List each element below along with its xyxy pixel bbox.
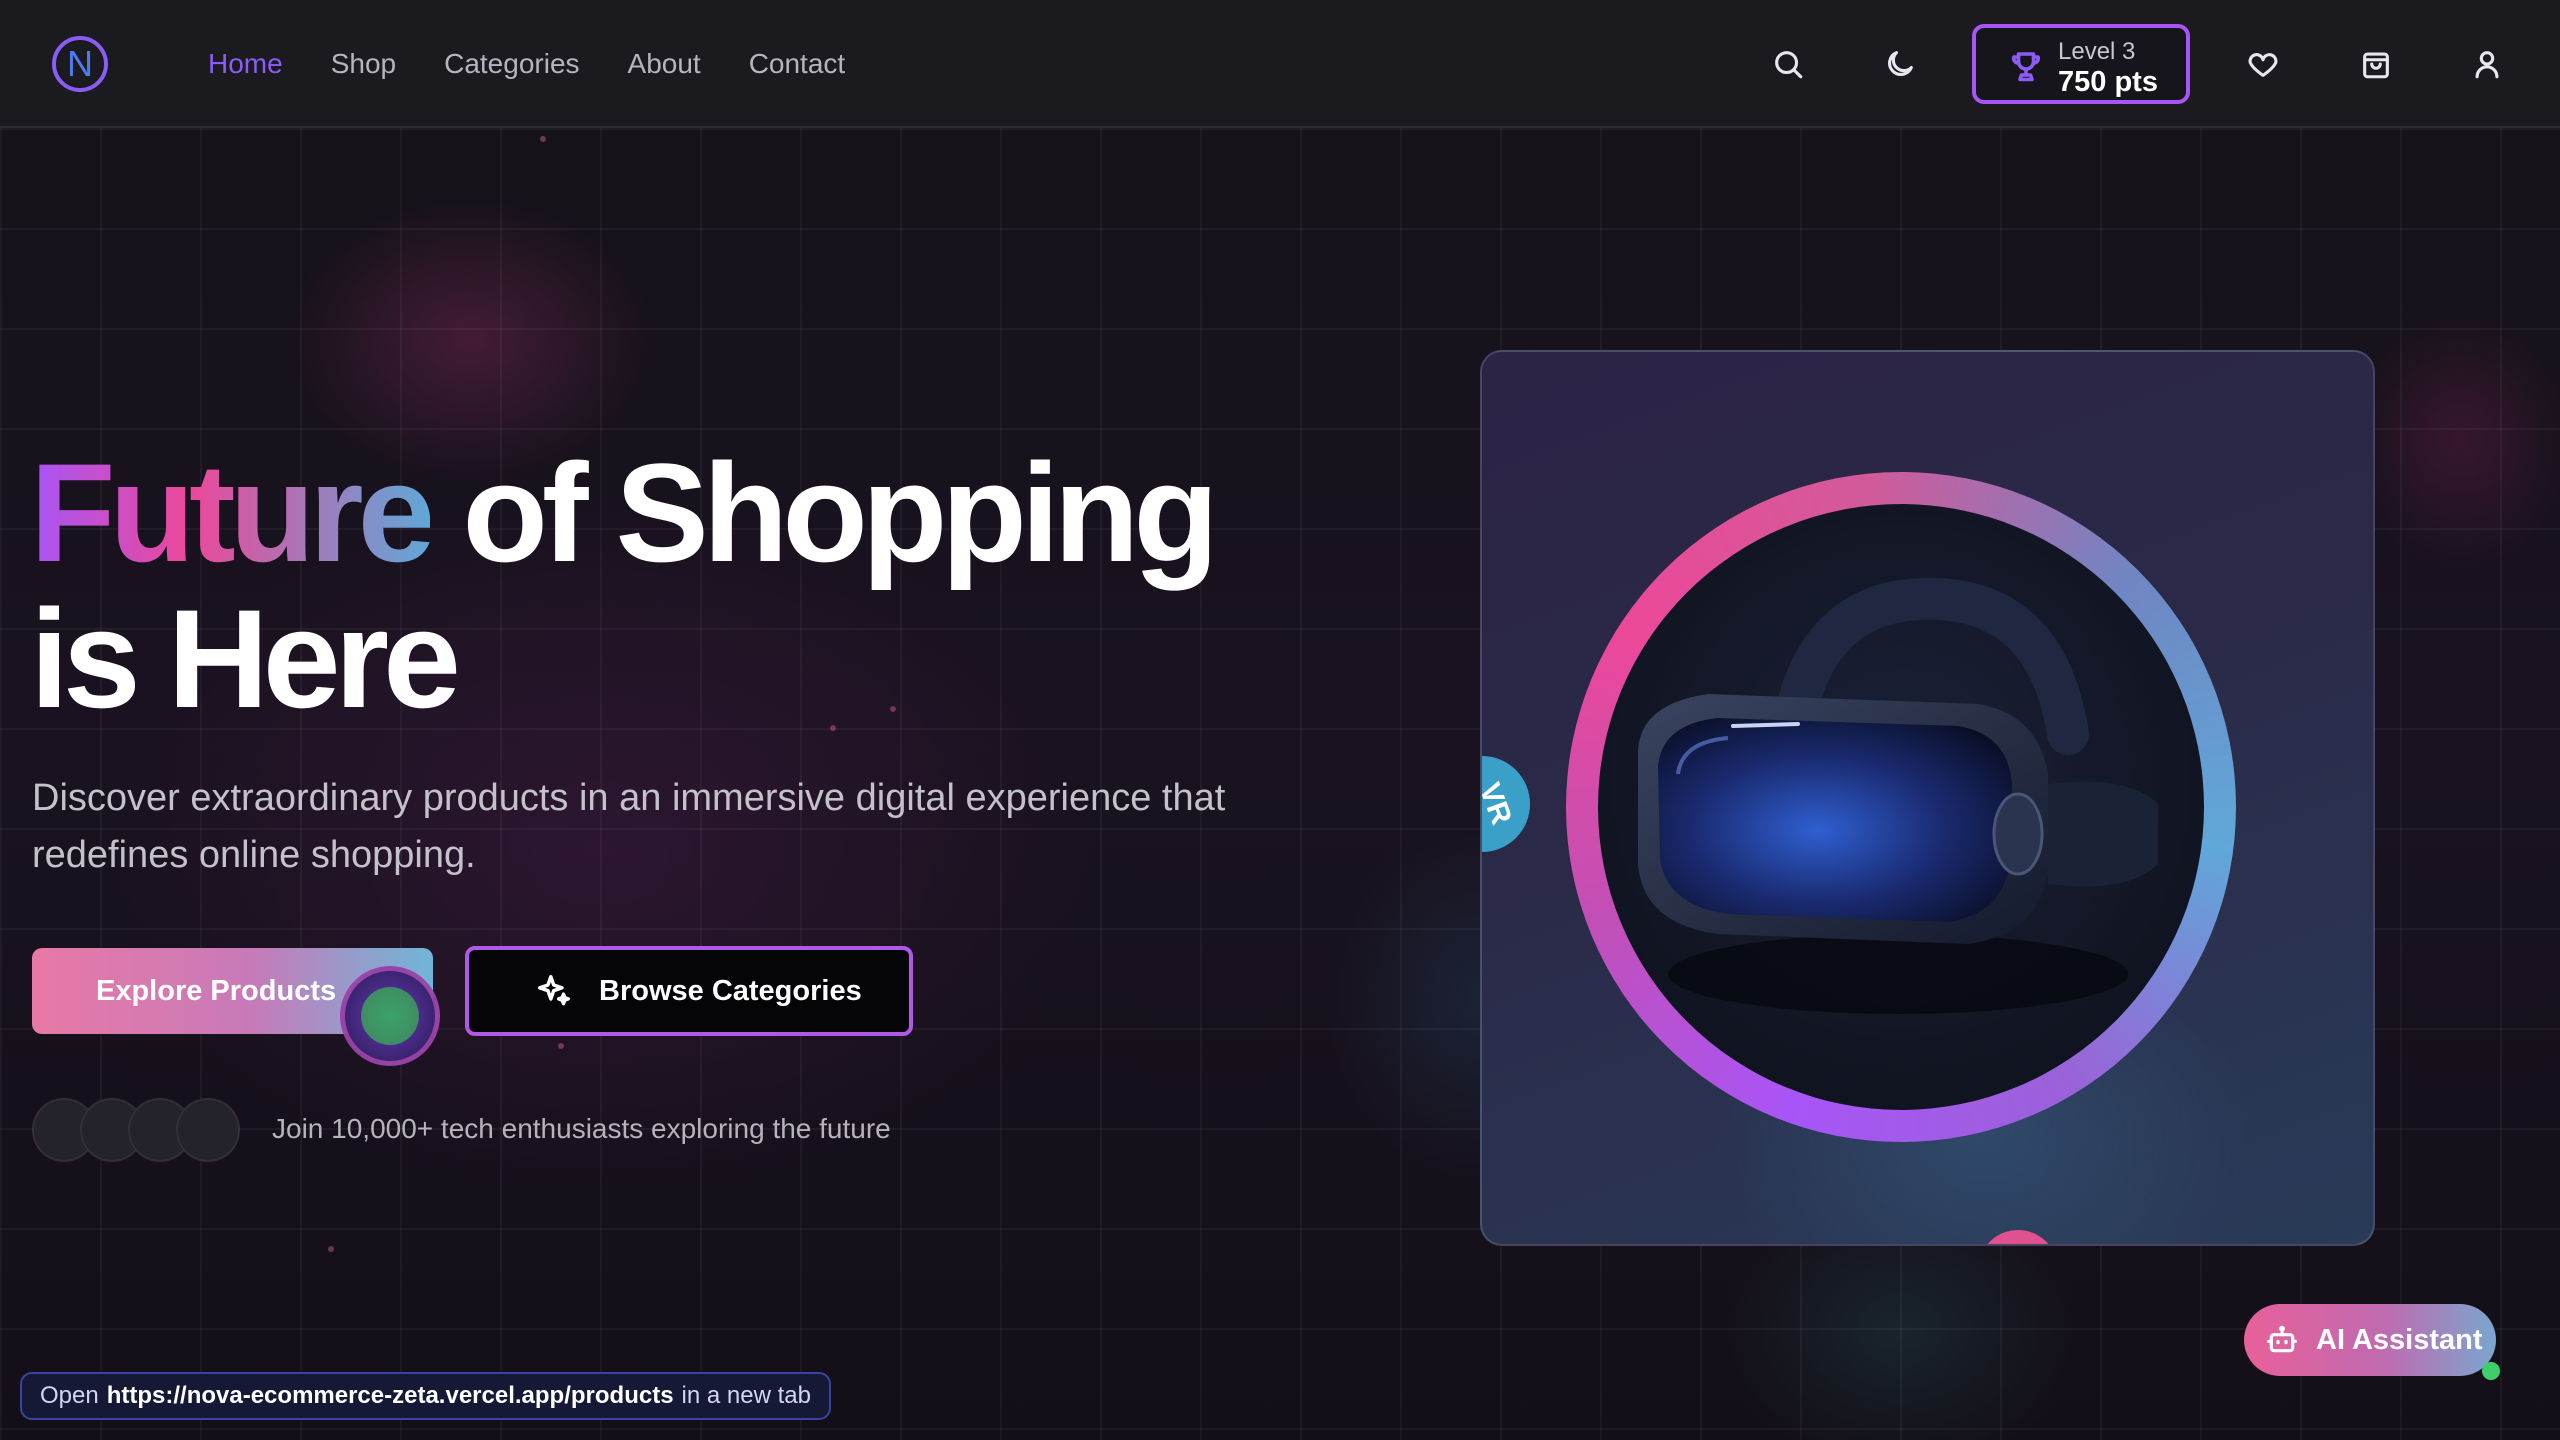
heart-icon[interactable] xyxy=(2239,40,2287,88)
points-value: 750 pts xyxy=(2058,66,2158,98)
particle xyxy=(328,1246,334,1252)
product-image-vr-headset xyxy=(1598,504,2204,1110)
floating-pink-badge xyxy=(1978,1230,2058,1244)
trophy-icon xyxy=(2008,48,2044,84)
link-status-tooltip: Open https://nova-ecommerce-zeta.vercel.… xyxy=(20,1372,831,1420)
vr-badge-label: VR xyxy=(1480,778,1519,830)
browse-categories-label: Browse Categories xyxy=(599,974,862,1007)
level-points-badge[interactable]: Level 3 750 pts xyxy=(1972,24,2190,104)
nav-contact[interactable]: Contact xyxy=(749,44,846,84)
shopping-bag-icon[interactable] xyxy=(2352,40,2400,88)
robot-icon xyxy=(2266,1324,2298,1356)
level-label: Level 3 xyxy=(2058,38,2136,65)
community-text: Join 10,000+ tech enthusiasts exploring … xyxy=(272,1113,891,1144)
logo[interactable]: N xyxy=(52,36,108,92)
status-suffix: in a new tab xyxy=(681,1382,811,1409)
moon-icon[interactable] xyxy=(1876,40,1924,88)
search-icon[interactable] xyxy=(1764,40,1812,88)
mouse-cursor-indicator xyxy=(340,966,440,1066)
user-icon[interactable] xyxy=(2463,40,2511,88)
browse-categories-button[interactable]: Browse Categories xyxy=(465,946,913,1036)
hero-subtitle: Discover extraordinary products in an im… xyxy=(32,777,1226,876)
logo-letter: N xyxy=(67,43,93,84)
community-avatars xyxy=(32,1098,242,1164)
product-showcase-card[interactable]: VR xyxy=(1480,350,2375,1246)
status-url: https://nova-ecommerce-zeta.vercel.app/p… xyxy=(106,1382,674,1409)
avatar xyxy=(176,1098,240,1162)
status-prefix: Open xyxy=(40,1382,99,1409)
vr-headset-illustration xyxy=(1638,577,2158,1014)
main-nav: Home Shop Categories About Contact xyxy=(208,44,845,84)
particle xyxy=(558,1043,564,1049)
nav-categories[interactable]: Categories xyxy=(444,44,579,84)
hero-title-line2: is Here xyxy=(30,580,461,737)
nav-home[interactable]: Home xyxy=(208,44,283,84)
ai-assistant-label: AI Assistant xyxy=(2316,1323,2483,1356)
ai-assistant-button[interactable]: AI Assistant xyxy=(2244,1304,2496,1376)
hero-title: Future of Shopping is Here xyxy=(30,440,1330,732)
vr-category-badge[interactable]: VR xyxy=(1480,756,1530,852)
nav-about[interactable]: About xyxy=(628,44,701,84)
hero-title-gradient: Future xyxy=(30,434,436,591)
sparkles-icon xyxy=(535,972,573,1010)
nav-shop[interactable]: Shop xyxy=(331,44,396,84)
explore-products-label: Explore Products xyxy=(96,974,337,1007)
particle xyxy=(540,136,546,142)
top-navbar: N Home Shop Categories About Contact Lev… xyxy=(0,0,2560,128)
hero-title-rest: of Shopping xyxy=(429,434,1218,591)
online-status-dot xyxy=(2482,1362,2500,1380)
